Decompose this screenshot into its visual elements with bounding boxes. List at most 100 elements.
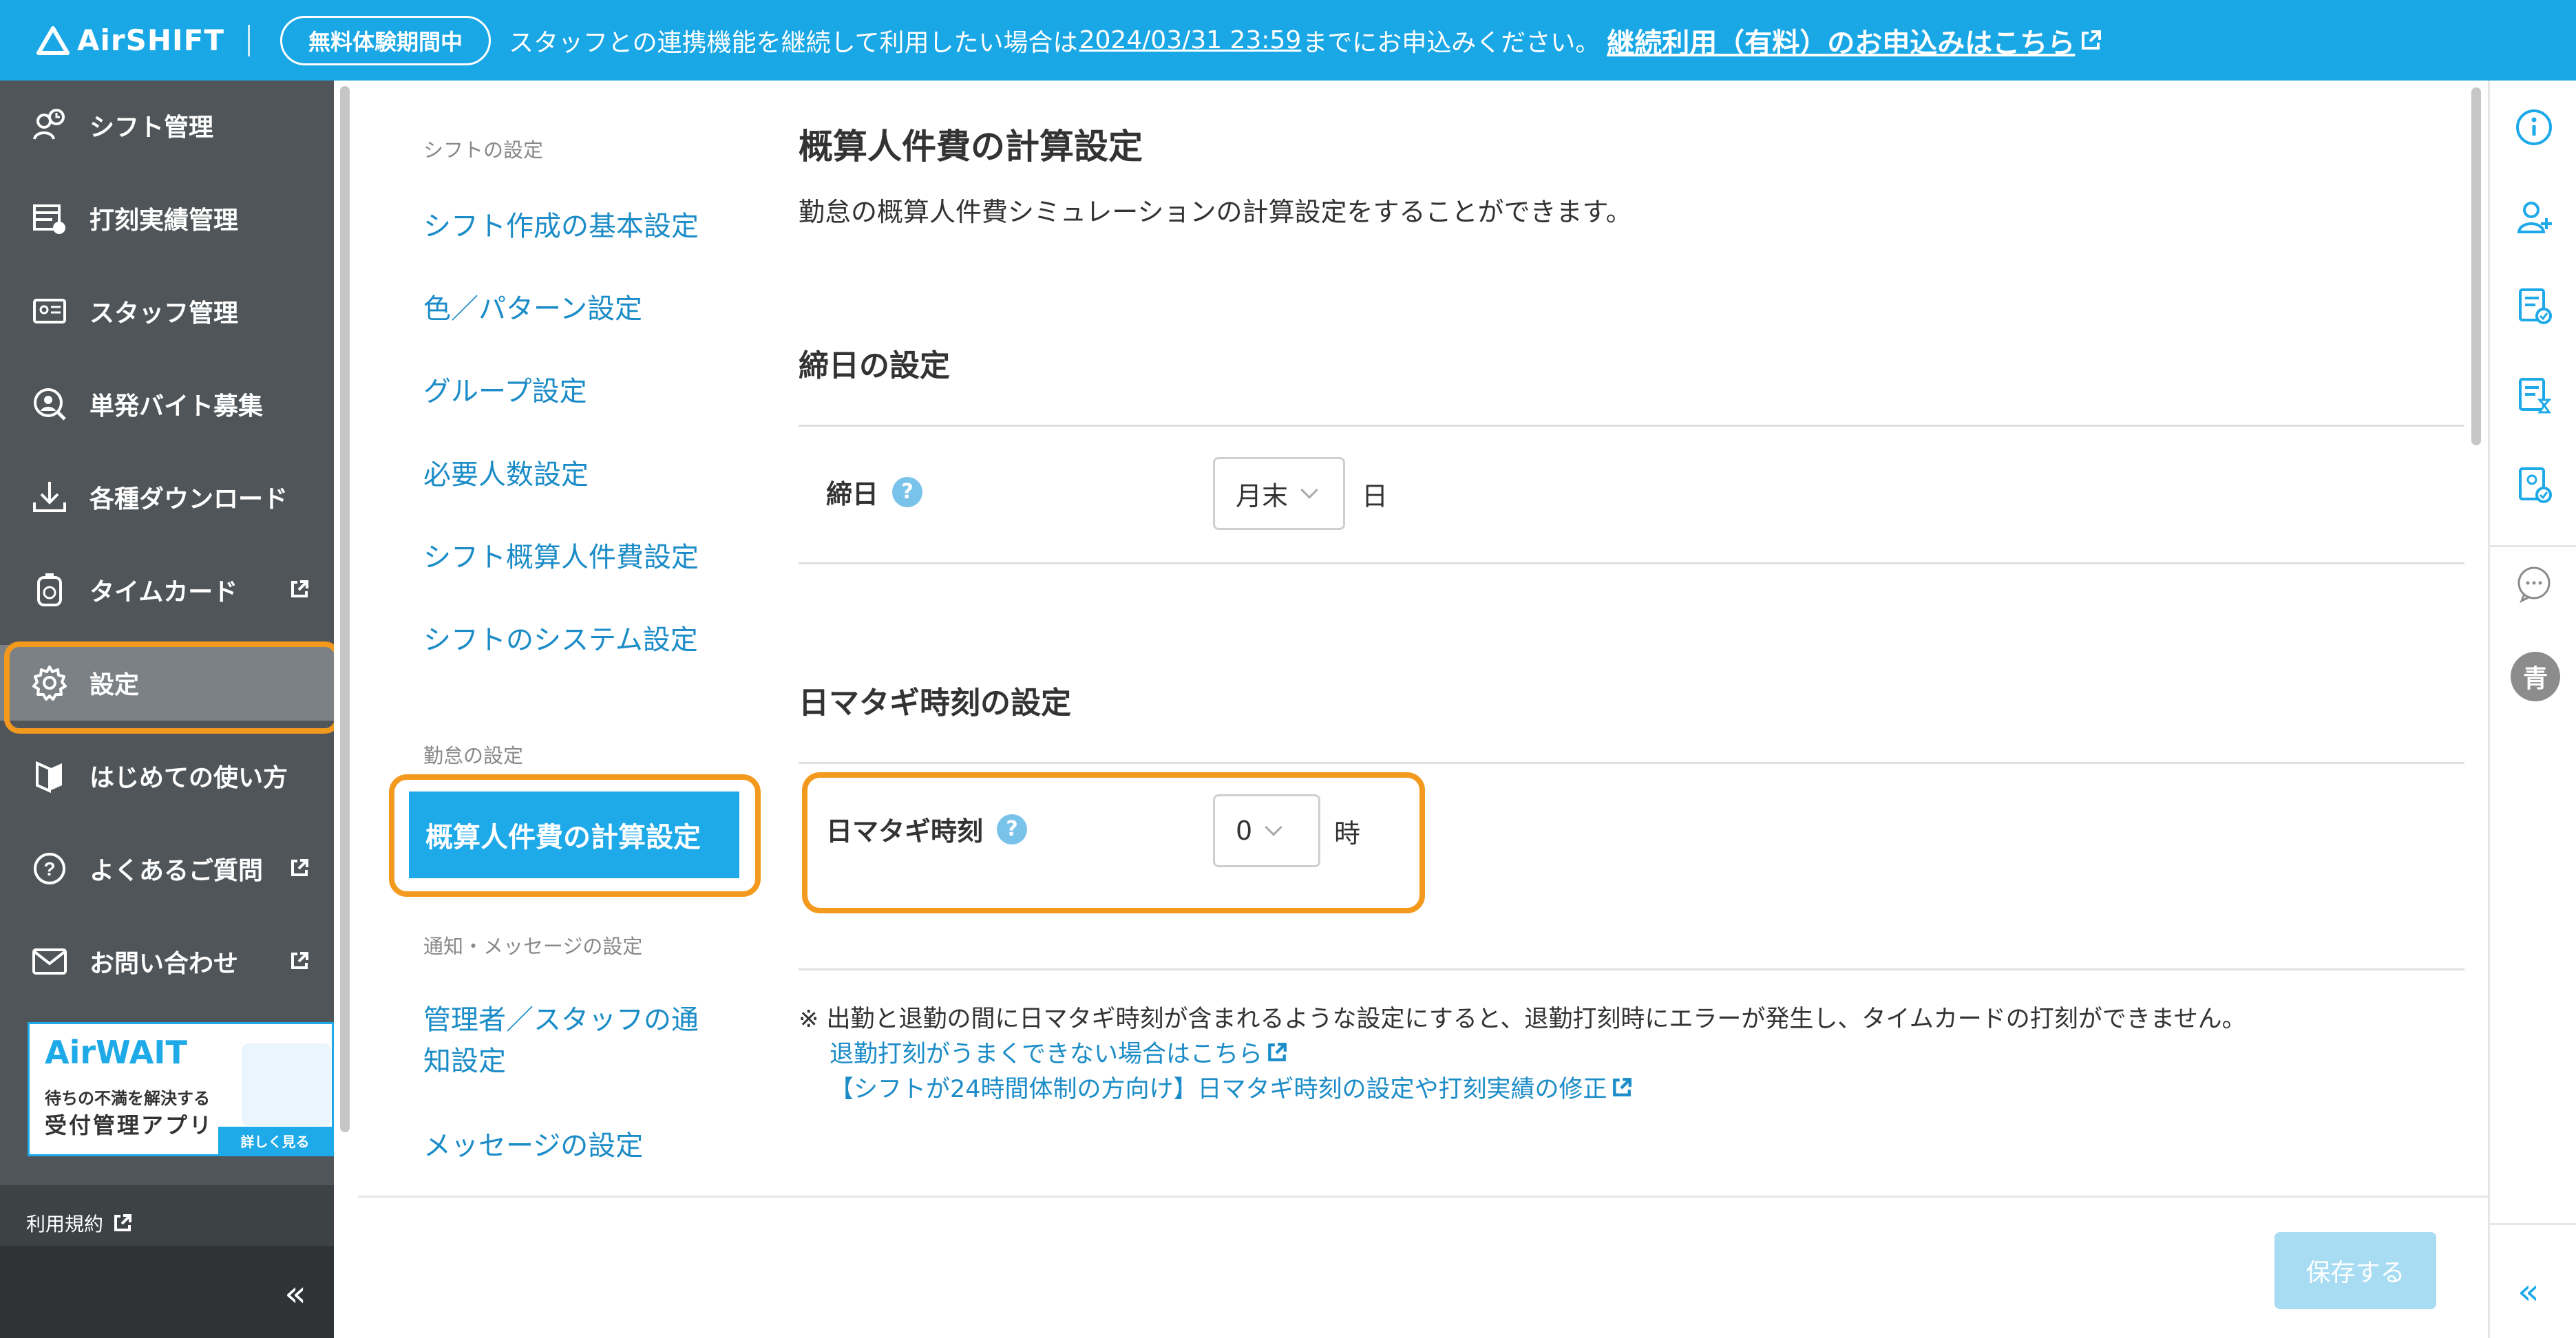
staff-id-icon — [30, 292, 69, 330]
logo-triangle-icon — [36, 25, 70, 55]
nav-link-label: 管理者／スタッフの通 — [423, 1004, 699, 1036]
sidebar-item-download[interactable]: 各種ダウンロード — [0, 459, 334, 535]
continue-subscription-link[interactable]: 継続利用（有料）のお申込みはこちら — [1607, 21, 2102, 61]
terms-link[interactable]: 利用規約 — [26, 1209, 132, 1237]
closing-day-value: 月末 — [1236, 480, 1289, 511]
link-label: 退勤打刻がうまくできない場合はこちら — [830, 1041, 1263, 1068]
warning-note: ※ 出勤と退勤の間に日マタギ時刻が含まれるような設定にすると、退勤打刻時にエラー… — [799, 1006, 2246, 1033]
banner-subtitle: 待ちの不満を解決する — [45, 1089, 210, 1108]
sidebar-label: 単発バイト募集 — [89, 392, 264, 421]
nav-highlight-frame — [389, 774, 761, 897]
rail-divider — [2490, 1223, 2576, 1225]
notice-text-end: までにお申込みください。 — [1302, 28, 1601, 57]
external-link-icon — [1268, 1042, 1287, 1061]
beginner-icon — [30, 756, 69, 795]
airshift-logo[interactable]: AirSHIFT — [36, 23, 224, 57]
svg-text:?: ? — [43, 858, 55, 880]
top-bar: AirSHIFT 無料体験期間中 スタッフとの連携機能を継続して利用したい場合は… — [0, 0, 2576, 81]
collapse-sidebar-button[interactable]: « — [284, 1273, 306, 1315]
banner-more-label: 詳しく見る — [240, 1133, 310, 1150]
sidebar-item-faq[interactable]: ? よくあるご質問 — [0, 831, 334, 906]
closing-section-title: 締日の設定 — [799, 348, 950, 383]
question-icon: ? — [30, 849, 69, 888]
chat-icon[interactable] — [2512, 562, 2556, 606]
doc-hourglass-icon[interactable] — [2512, 374, 2556, 418]
sidebar-item-recruit[interactable]: 単発バイト募集 — [0, 366, 334, 442]
add-user-icon[interactable] — [2512, 195, 2556, 239]
nav-link-message[interactable]: メッセージの設定 — [423, 1125, 643, 1167]
timecard-icon — [30, 571, 69, 609]
banner-title: AirWAIT — [45, 1034, 187, 1071]
nav-link-color-pattern[interactable]: 色／パターン設定 — [423, 288, 642, 330]
page-title: 概算人件費の計算設定 — [799, 127, 1143, 167]
banner-more-button[interactable]: 詳しく見る — [218, 1127, 332, 1154]
nav-heading-shift: シフトの設定 — [423, 138, 544, 162]
sidebar-label: スタッフ管理 — [89, 299, 239, 328]
external-link-icon — [291, 580, 308, 597]
nav-link-shift-basic[interactable]: シフト作成の基本設定 — [423, 206, 699, 247]
info-icon[interactable] — [2512, 105, 2556, 149]
notice-text: スタッフとの連携機能を継続して利用したい場合は — [509, 28, 1078, 57]
divider — [799, 968, 2464, 970]
sidebar-label: よくあるご質問 — [89, 857, 264, 885]
download-icon — [30, 478, 69, 516]
external-link-icon — [2082, 30, 2102, 50]
sidebar-label: タイムカード — [89, 578, 238, 606]
settings-highlight-frame — [4, 641, 340, 734]
phone-illustration — [242, 1043, 331, 1126]
nav-link-shift-system[interactable]: シフトのシステム設定 — [423, 619, 698, 661]
timecard-record-icon — [30, 199, 69, 237]
sidebar-item-contact[interactable]: お問い合わせ — [0, 924, 334, 999]
sidebar-label: シフト管理 — [89, 114, 214, 142]
mail-icon — [30, 942, 69, 981]
sidebar-item-timecard[interactable]: タイムカード — [0, 552, 334, 628]
external-link-icon — [114, 1214, 132, 1231]
24h-shift-help-link[interactable]: 【シフトが24時間体制の方向け】日マタギ時刻の設定や打刻実績の修正 — [830, 1070, 1632, 1105]
doc-check-icon[interactable] — [2512, 284, 2556, 328]
clock-out-help-link[interactable]: 退勤打刻がうまくできない場合はこちら — [830, 1034, 1287, 1070]
nav-heading-attendance: 勤怠の設定 — [423, 744, 524, 767]
main-scrollbar[interactable] — [2464, 81, 2488, 1196]
sidebar-scrollbar[interactable] — [334, 81, 355, 1264]
airwait-banner[interactable]: AirWAIT 待ちの不満を解決する 受付管理アプリ 詳しく見る — [28, 1022, 334, 1156]
sidebar-item-staff[interactable]: スタッフ管理 — [0, 273, 334, 349]
sidebar-item-timecard-record[interactable]: 打刻実績管理 — [0, 180, 334, 256]
sidebar-label: 各種ダウンロード — [89, 485, 288, 513]
crossday-highlight-frame — [802, 772, 1425, 913]
closing-day-select[interactable]: 月末 — [1213, 457, 1345, 530]
external-link-icon — [291, 859, 308, 876]
nav-link-shift-cost[interactable]: シフト概算人件費設定 — [423, 537, 699, 578]
closing-day-unit: 日 — [1362, 481, 1389, 511]
divider — [799, 562, 2464, 564]
save-button[interactable]: 保存する — [2274, 1232, 2436, 1309]
logo-text: AirSHIFT — [77, 23, 224, 57]
nav-link-required-staff[interactable]: 必要人数設定 — [423, 454, 589, 496]
avatar[interactable]: 青 — [2511, 652, 2560, 701]
scrollbar-thumb[interactable] — [2471, 87, 2481, 445]
sidebar-label: はじめての使い方 — [89, 764, 288, 792]
sidebar-collapse-bar: « — [0, 1246, 334, 1338]
person-check-icon[interactable] — [2512, 463, 2556, 507]
external-link-icon — [291, 952, 308, 969]
nav-link-label: 知設定 — [423, 1045, 506, 1077]
divider — [799, 425, 2464, 427]
right-rail: 青 « — [2488, 81, 2576, 1338]
main-content: 概算人件費の計算設定 勤怠の概算人件費シミュレーションの計算設定をすることができ… — [743, 81, 2464, 1196]
terms-label: 利用規約 — [26, 1213, 104, 1235]
trial-badge: 無料体験期間中 — [279, 15, 491, 65]
rail-divider — [2490, 545, 2576, 547]
page-description: 勤怠の概算人件費シミュレーションの計算設定をすることができます。 — [799, 197, 1632, 227]
scrollbar-thumb[interactable] — [340, 86, 350, 1132]
sidebar-item-beginner[interactable]: はじめての使い方 — [0, 738, 334, 814]
sidebar-item-shift[interactable]: シフト管理 — [0, 87, 334, 163]
cta-label: 継続利用（有料）のお申込みはこちら — [1607, 27, 2076, 59]
notice-date: 2024/03/31 23:59 — [1079, 26, 1302, 54]
collapse-rail-button[interactable]: « — [2517, 1271, 2540, 1313]
help-icon[interactable]: ? — [892, 476, 923, 507]
settings-nav: シフトの設定 シフト作成の基本設定 色／パターン設定 グループ設定 必要人数設定… — [358, 81, 743, 1196]
app-root: AirSHIFT 無料体験期間中 スタッフとの連携機能を継続して利用したい場合は… — [0, 0, 2576, 1338]
crossday-section-title: 日マタギ時刻の設定 — [799, 686, 1071, 721]
nav-link-group[interactable]: グループ設定 — [423, 371, 587, 412]
external-link-icon — [1612, 1077, 1632, 1096]
nav-link-notify-settings[interactable]: 管理者／スタッフの通 知設定 — [423, 999, 699, 1082]
